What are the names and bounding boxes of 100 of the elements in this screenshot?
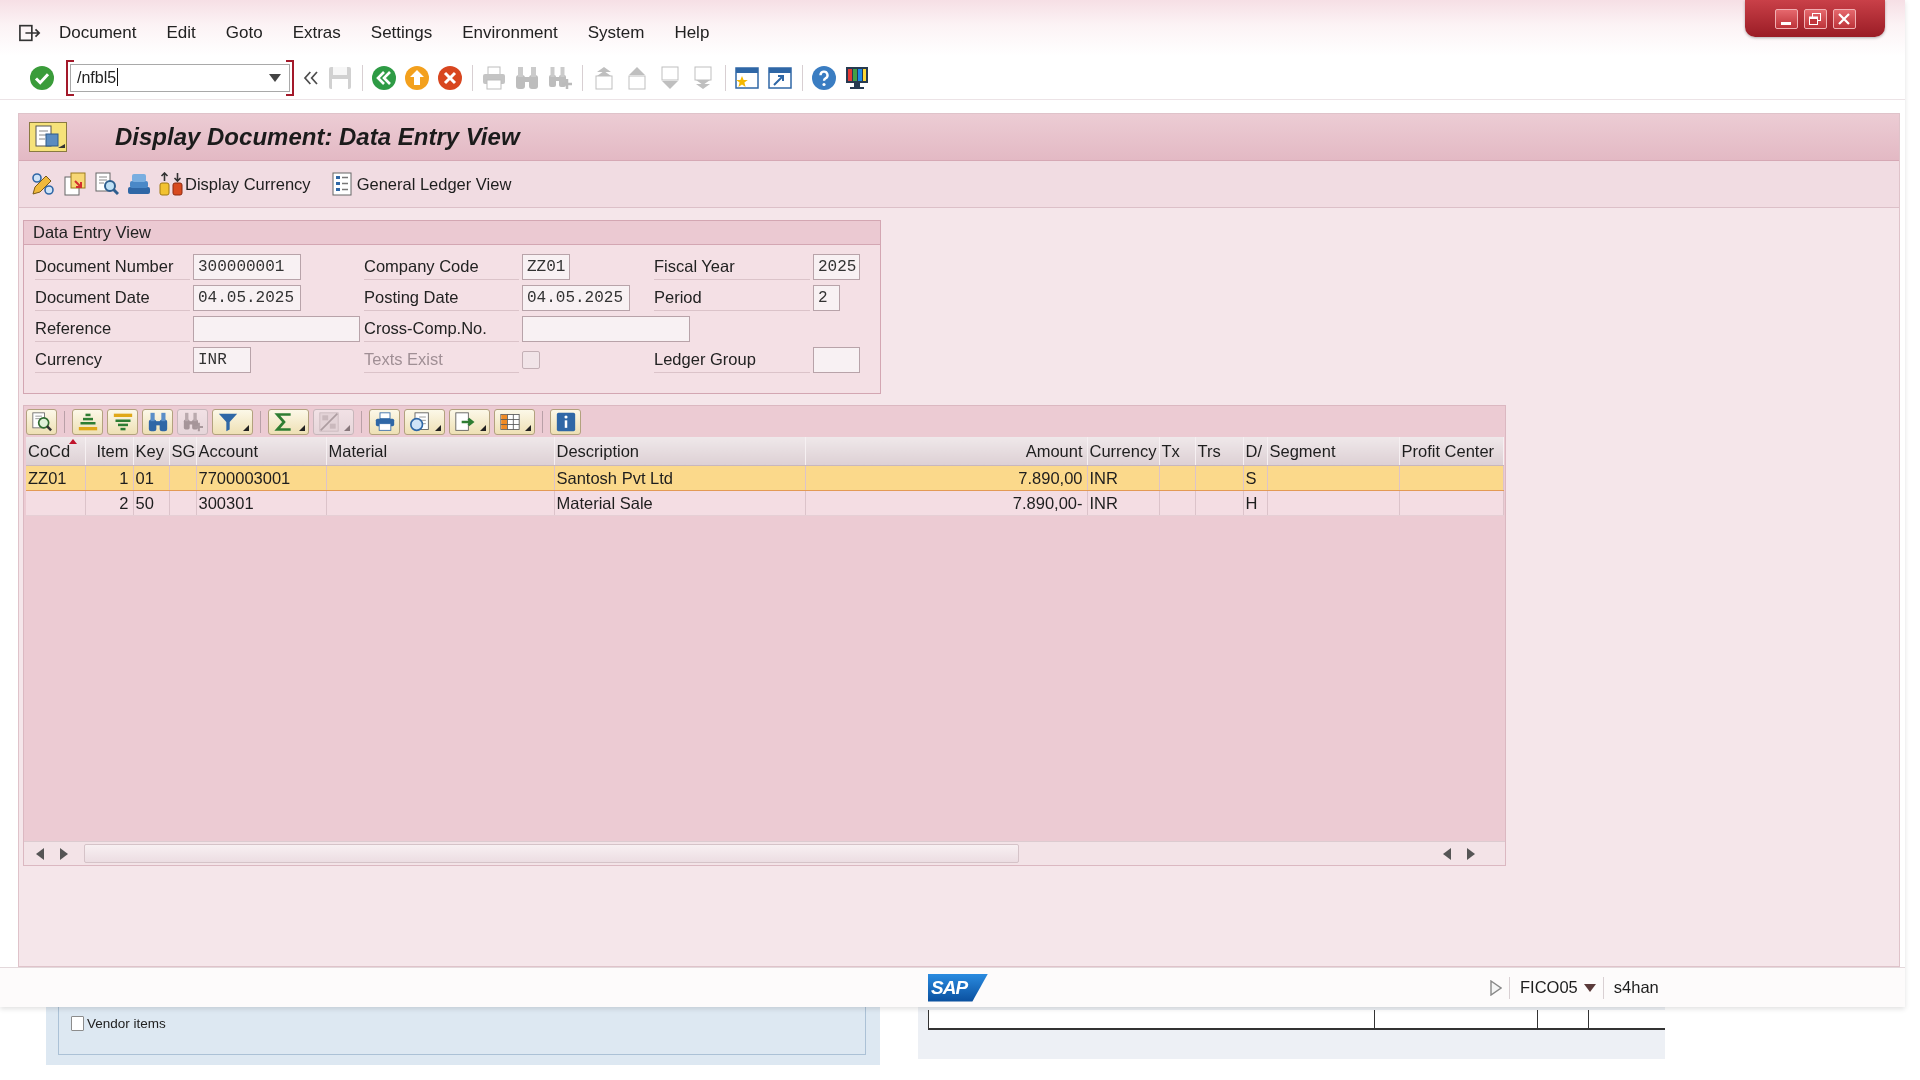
field-label: Document Date — [35, 284, 190, 311]
back-icon[interactable] — [372, 65, 396, 90]
total-button[interactable] — [268, 408, 309, 435]
stack-icon[interactable] — [127, 172, 151, 196]
server-name: s4han — [1613, 978, 1659, 997]
table-cell: Material Sale — [554, 490, 805, 516]
input-field[interactable]: ZZ01 — [522, 253, 570, 280]
details-button[interactable] — [26, 408, 57, 435]
column-header[interactable]: Material — [326, 437, 554, 466]
export-button[interactable] — [449, 408, 490, 435]
close-button[interactable] — [1832, 8, 1856, 29]
layout-button[interactable] — [494, 408, 535, 435]
input-field[interactable]: 300000001 — [193, 253, 301, 280]
column-header[interactable]: Tx — [1159, 437, 1195, 466]
info-icon — [555, 411, 576, 432]
documents-icon[interactable] — [63, 172, 87, 196]
box-arrow-icon[interactable] — [19, 22, 41, 44]
input-field[interactable] — [813, 346, 860, 373]
sort-indicator-icon — [68, 439, 77, 444]
input-field[interactable] — [522, 315, 690, 342]
print-button[interactable] — [369, 408, 400, 435]
menu-item[interactable]: System — [587, 23, 645, 43]
field-label: Ledger Group — [654, 346, 810, 373]
toolbar-button[interactable]: General Ledger View — [330, 172, 512, 196]
menu-item[interactable]: Edit — [166, 23, 196, 43]
field-label: Reference — [35, 315, 190, 342]
caret-down-icon[interactable] — [269, 73, 281, 82]
table-cell: Santosh Pvt Ltd — [554, 465, 805, 491]
field-label: Period — [654, 284, 810, 311]
caret-icon — [480, 424, 486, 431]
double-chevron-left-icon[interactable] — [303, 69, 319, 86]
restore-button[interactable] — [1803, 8, 1827, 29]
triangle-right-icon[interactable] — [1490, 979, 1502, 996]
column-header[interactable]: D/ — [1243, 437, 1267, 466]
toolbar-button[interactable]: Display Currency — [159, 172, 311, 196]
minimize-button[interactable] — [1774, 8, 1798, 29]
help-icon[interactable] — [812, 65, 836, 90]
table-row[interactable]: ZZ01 1 01 7700003001 Santosh Pvt Ltd 7.890,00 INR S — [26, 465, 1503, 491]
magnifier-icon — [31, 411, 52, 432]
new-window-icon[interactable] — [735, 65, 759, 90]
column-header[interactable]: Key — [133, 437, 169, 466]
menu-item[interactable]: Document — [59, 23, 137, 43]
filter-icon — [218, 411, 238, 432]
menu-item[interactable]: Extras — [292, 23, 341, 43]
find-button[interactable] — [142, 408, 173, 435]
table-cell: 300301 — [196, 490, 326, 516]
document-search-icon[interactable] — [95, 172, 119, 196]
coin-stacks-icon — [159, 172, 183, 196]
panel-title: Data Entry View — [24, 221, 880, 245]
column-header[interactable]: CoCd — [26, 437, 85, 466]
triangle-left-icon[interactable] — [36, 847, 44, 860]
menu-item[interactable]: Environment — [462, 23, 558, 43]
minimize-icon — [1781, 21, 1791, 25]
input-field[interactable]: INR — [193, 346, 251, 373]
triangle-left-icon[interactable] — [1443, 847, 1451, 860]
column-header[interactable]: Amount — [805, 437, 1087, 466]
column-header[interactable]: Item — [85, 437, 133, 466]
caret-icon — [525, 424, 531, 431]
checkbox-label: Vendor items — [87, 1016, 166, 1031]
monitor-icon[interactable] — [845, 65, 869, 90]
column-header[interactable]: Currency — [1087, 437, 1159, 466]
pencil-glasses-icon[interactable] — [31, 172, 55, 196]
column-header[interactable]: Profit Center — [1399, 437, 1503, 466]
input-field[interactable]: 2 — [813, 284, 840, 311]
sort-descending-button[interactable] — [107, 408, 138, 435]
field-label: Document Number — [35, 253, 190, 280]
input-field[interactable]: 04.05.2025 — [522, 284, 630, 311]
filter-button[interactable] — [212, 408, 253, 435]
triangle-right-icon[interactable] — [60, 847, 68, 860]
input-field[interactable] — [193, 315, 360, 342]
table-cell: 7.890,00 — [805, 465, 1087, 491]
table-cell: 7700003001 — [196, 465, 326, 491]
scrollbar-thumb[interactable] — [84, 844, 1019, 863]
column-header[interactable]: Trs — [1195, 437, 1243, 466]
column-header[interactable]: Description — [554, 437, 805, 466]
column-header[interactable]: Account — [196, 437, 326, 466]
checkbox[interactable] — [71, 1016, 84, 1031]
input-field[interactable]: 2025 — [813, 253, 860, 280]
field-label: Cross-Comp.No. — [364, 315, 519, 342]
menu-item[interactable]: Settings — [370, 23, 433, 43]
menu-item[interactable]: Help — [674, 23, 710, 43]
column-header[interactable]: Segment — [1267, 437, 1399, 466]
column-header[interactable]: SG — [169, 437, 196, 466]
field-label: Currency — [35, 346, 190, 373]
table-layout-icon — [500, 411, 520, 432]
information-button[interactable] — [550, 408, 581, 435]
cancel-icon[interactable] — [438, 65, 462, 90]
view-switch-icon — [410, 411, 430, 432]
menu-item[interactable]: Goto — [225, 23, 263, 43]
screen-title: Display Document: Data Entry View — [115, 123, 520, 151]
input-field[interactable]: 04.05.2025 — [193, 284, 301, 311]
table-row[interactable]: 2 50 300301 Material Sale 7.890,00- INR H — [26, 490, 1503, 516]
field-label: Posting Date — [364, 284, 519, 311]
sort-ascending-button[interactable] — [72, 408, 103, 435]
triangle-right-icon[interactable] — [1467, 847, 1475, 860]
restore-icon — [1809, 12, 1821, 25]
views-button[interactable] — [404, 408, 445, 435]
checkmark-icon[interactable] — [30, 65, 54, 90]
system-dropdown[interactable]: FICO05 — [1520, 978, 1596, 997]
horizontal-scrollbar[interactable] — [24, 841, 1505, 865]
